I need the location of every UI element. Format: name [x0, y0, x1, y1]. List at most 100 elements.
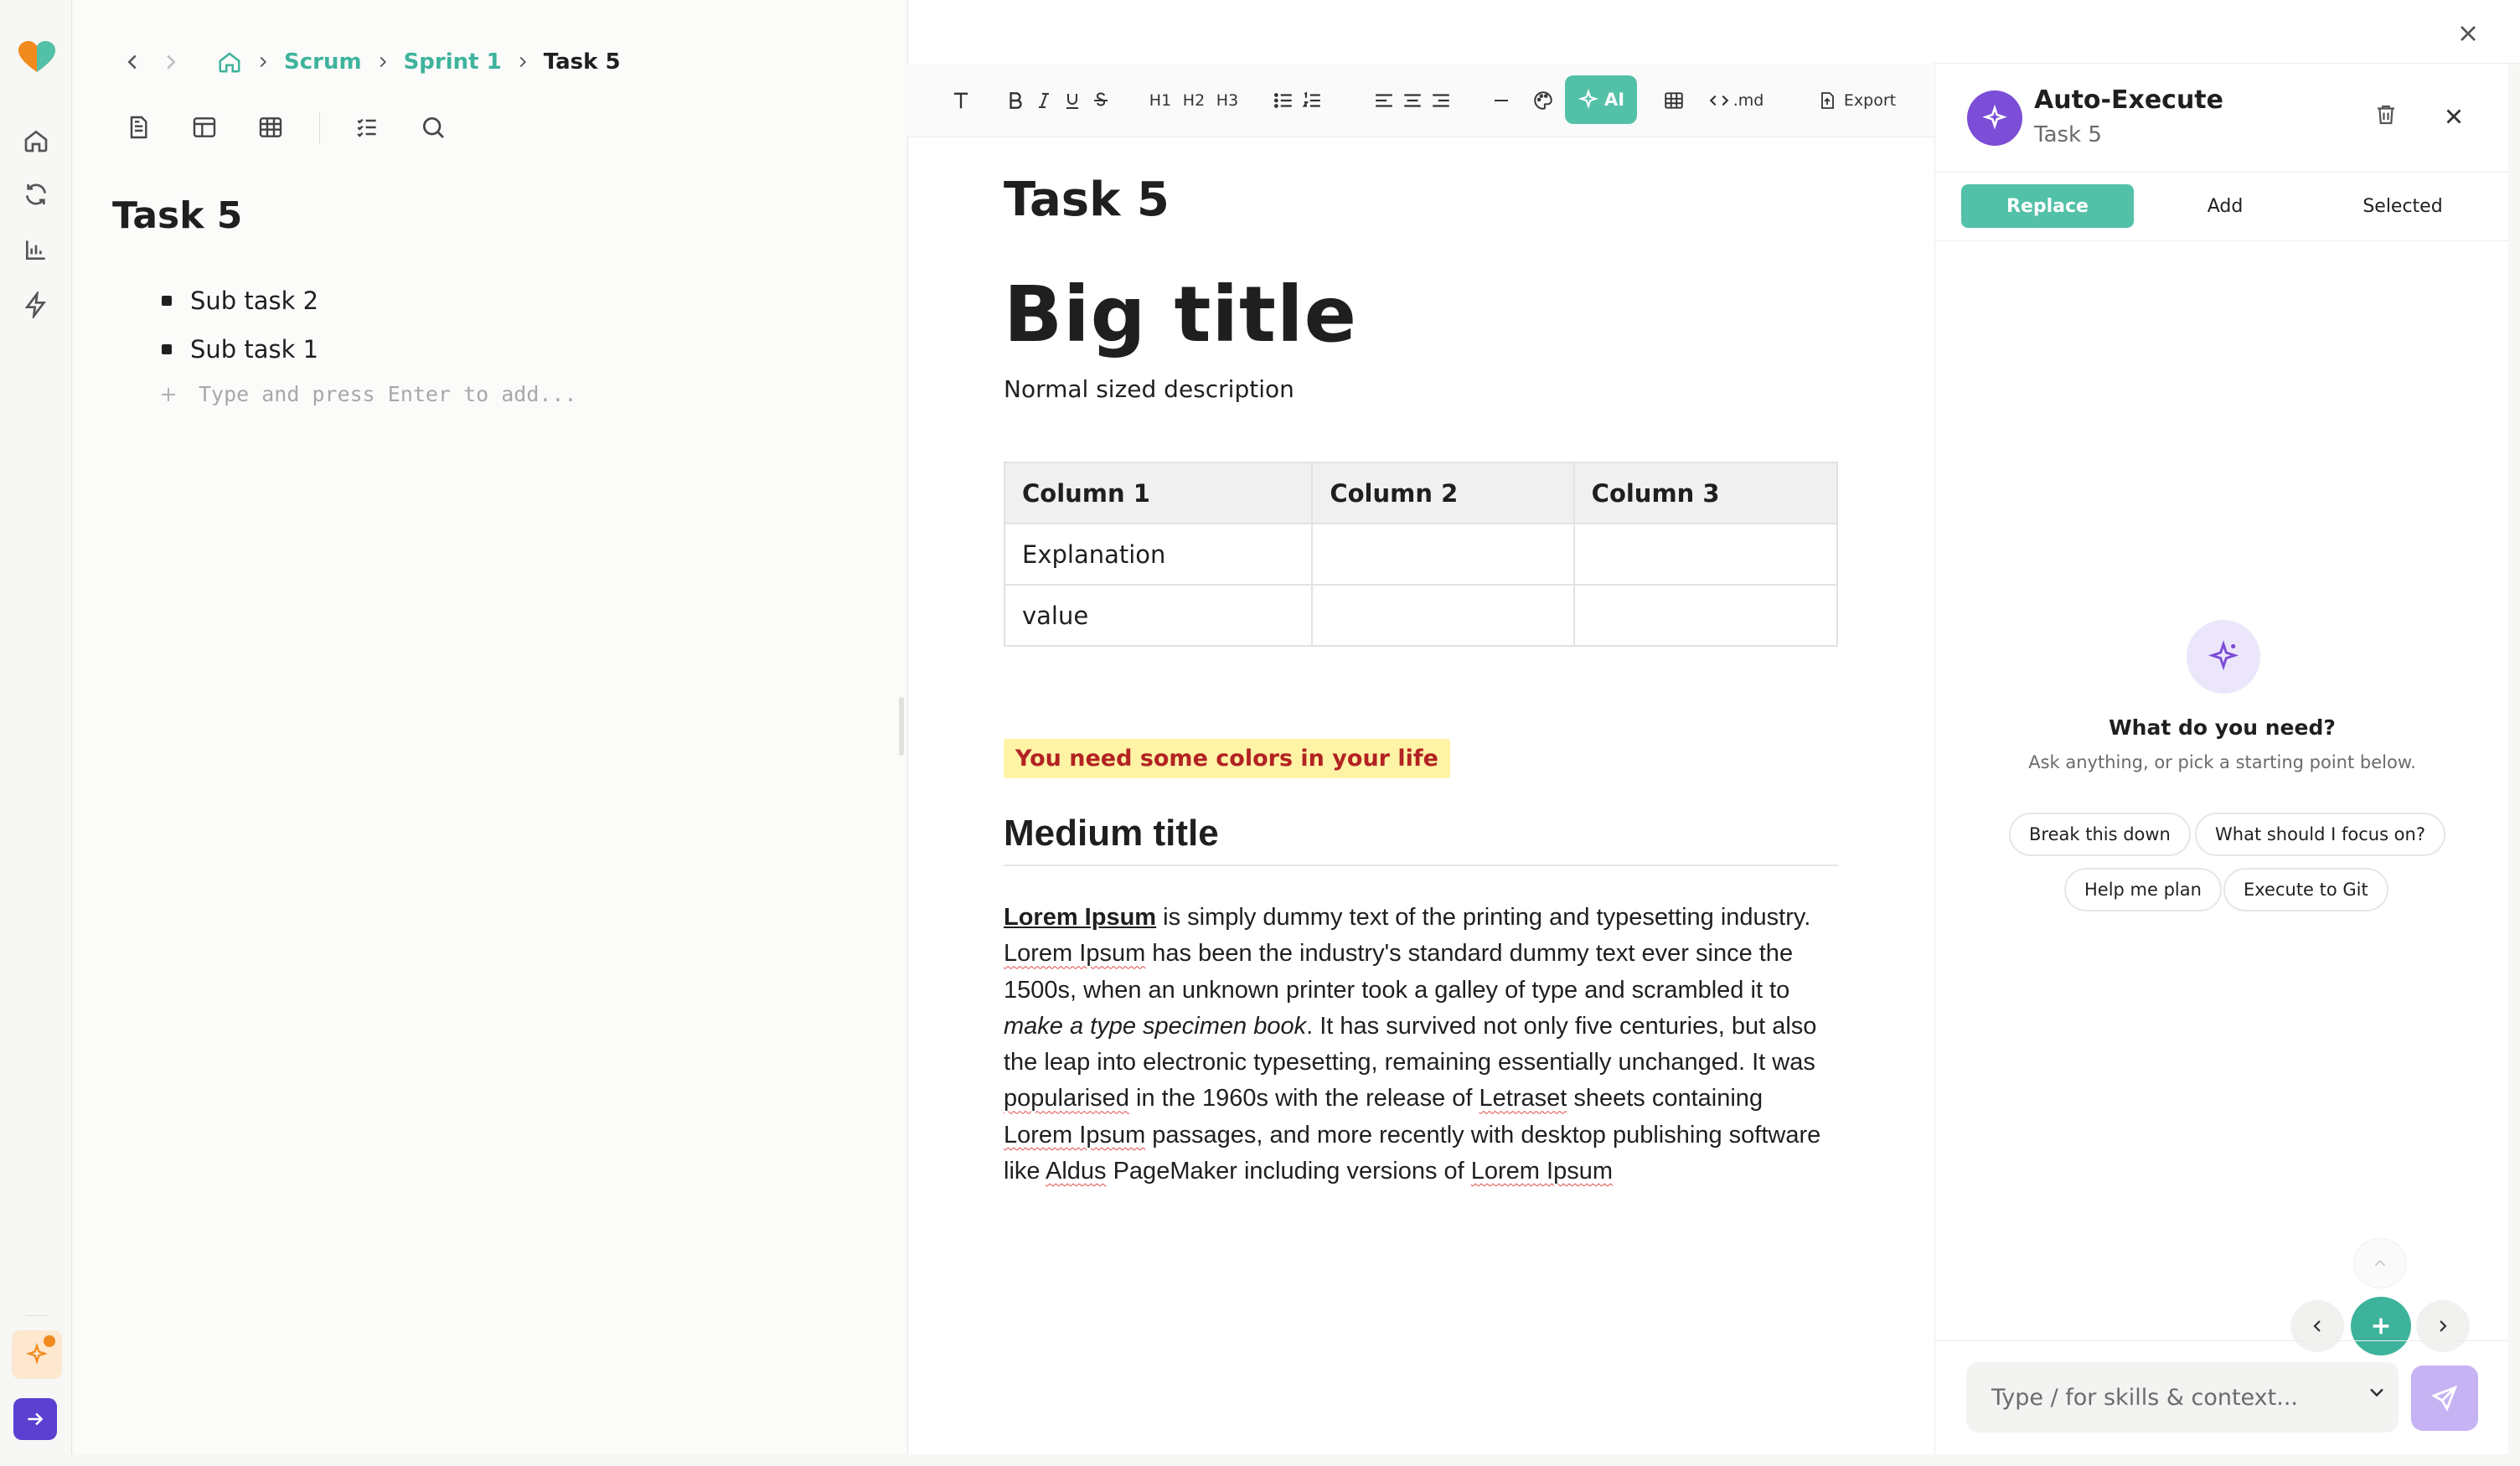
- empty-state-subtitle: Ask anything, or pick a starting point b…: [2028, 752, 2416, 772]
- insert-table-icon[interactable]: [1660, 82, 1688, 119]
- chevron-right-icon: [254, 53, 272, 71]
- previous-button[interactable]: [2290, 1300, 2344, 1352]
- document-title[interactable]: Task 5: [1004, 173, 1170, 227]
- bold-icon[interactable]: [1001, 82, 1030, 119]
- close-panel-icon[interactable]: [2455, 20, 2481, 47]
- table-cell[interactable]: [1311, 523, 1575, 586]
- trash-icon[interactable]: [2373, 102, 2402, 131]
- italic-icon[interactable]: [1030, 82, 1058, 119]
- medium-title-heading[interactable]: Medium title: [1004, 813, 1838, 866]
- scroll-up-button[interactable]: [2353, 1238, 2407, 1288]
- close-icon[interactable]: [2441, 104, 2468, 131]
- heading-1-label: H1: [1149, 91, 1172, 110]
- table-row: value: [1003, 584, 1839, 647]
- subtask-list: Sub task 2 Sub task 1: [162, 276, 318, 374]
- sparkle-icon: [2187, 620, 2260, 694]
- numbered-list-icon[interactable]: [1298, 82, 1326, 119]
- ai-prompt-input[interactable]: [1991, 1384, 2360, 1411]
- back-icon[interactable]: [120, 49, 145, 75]
- board-view-icon[interactable]: [191, 114, 219, 142]
- table-cell[interactable]: [1572, 584, 1839, 647]
- italic-text: make a type specimen book: [1004, 1012, 1307, 1040]
- export-label: Export: [1843, 91, 1897, 110]
- sync-icon[interactable]: [23, 181, 49, 208]
- ai-button[interactable]: AI: [1565, 75, 1637, 124]
- breadcrumb-current: Task 5: [543, 49, 621, 75]
- spellcheck-word: Lorem Ipsum: [1004, 940, 1146, 968]
- breadcrumb-scrum[interactable]: Scrum: [284, 49, 362, 75]
- send-button[interactable]: [2411, 1365, 2478, 1431]
- breadcrumb-sprint[interactable]: Sprint 1: [404, 49, 502, 75]
- underline-icon[interactable]: [1058, 82, 1087, 119]
- suggestion-chip-break-down[interactable]: Break this down: [2009, 813, 2191, 856]
- align-right-icon[interactable]: [1427, 82, 1455, 119]
- heading-3-button[interactable]: H3: [1211, 82, 1244, 119]
- subtask-label: Sub task 1: [190, 335, 319, 364]
- markdown-button[interactable]: .md: [1700, 82, 1772, 119]
- add-subtask-input[interactable]: [199, 382, 634, 406]
- chart-icon[interactable]: [23, 236, 49, 263]
- subtask-item[interactable]: Sub task 2: [162, 276, 318, 325]
- notification-dot: [44, 1335, 55, 1347]
- app-logo[interactable]: [17, 40, 57, 74]
- forward-icon[interactable]: [158, 49, 183, 75]
- table-header[interactable]: Column 3: [1572, 462, 1839, 524]
- pane-resize-handle[interactable]: [899, 697, 904, 756]
- text-style-icon[interactable]: [944, 82, 978, 119]
- search-icon[interactable]: [420, 114, 448, 142]
- table-cell[interactable]: Explanation: [1003, 523, 1314, 586]
- color-palette-icon[interactable]: [1529, 82, 1557, 119]
- chevron-right-icon: [374, 53, 392, 71]
- plus-icon[interactable]: [158, 385, 178, 405]
- sparkle-notification-button[interactable]: [12, 1330, 62, 1379]
- align-left-icon[interactable]: [1370, 82, 1398, 119]
- expand-sidebar-button[interactable]: [13, 1398, 57, 1440]
- align-center-icon[interactable]: [1398, 82, 1427, 119]
- paragraph-text: sheets containing: [1567, 1085, 1763, 1112]
- lightning-icon[interactable]: [23, 292, 49, 318]
- export-button[interactable]: Export: [1810, 82, 1903, 119]
- big-title-heading[interactable]: Big title: [1004, 270, 1357, 359]
- document-view-icon[interactable]: [125, 114, 153, 142]
- tab-add[interactable]: Add: [2139, 184, 2311, 228]
- bold-underlined-text: Lorem Ipsum: [1004, 904, 1157, 931]
- table-cell[interactable]: [1311, 584, 1575, 647]
- ai-panel-header: Auto-Execute Task 5: [1935, 64, 2509, 173]
- divider-line-icon[interactable]: [1489, 82, 1514, 119]
- strikethrough-icon[interactable]: [1087, 82, 1115, 119]
- heading-3-label: H3: [1216, 91, 1239, 110]
- table-view-icon[interactable]: [257, 114, 286, 142]
- app-rail: [0, 0, 72, 1454]
- lorem-paragraph[interactable]: Lorem Ipsum is simply dummy text of the …: [1004, 900, 1838, 1190]
- heading-2-label: H2: [1182, 91, 1206, 110]
- table-cell[interactable]: [1572, 523, 1839, 586]
- suggestion-chip-focus[interactable]: What should I focus on?: [2195, 813, 2445, 856]
- suggestion-chip-git[interactable]: Execute to Git: [2223, 868, 2388, 911]
- heading-2-button[interactable]: H2: [1177, 82, 1211, 119]
- subtask-item[interactable]: Sub task 1: [162, 325, 318, 374]
- rail-divider: [25, 1315, 49, 1316]
- tab-replace[interactable]: Replace: [1961, 184, 2134, 228]
- spellcheck-word: Letraset: [1479, 1085, 1567, 1112]
- tab-selected[interactable]: Selected: [2316, 184, 2489, 228]
- next-button[interactable]: [2416, 1300, 2470, 1352]
- checklist-icon[interactable]: [354, 114, 382, 142]
- table-header[interactable]: Column 1: [1003, 462, 1314, 524]
- markdown-label: .md: [1732, 91, 1764, 110]
- chevron-right-icon: [514, 53, 532, 71]
- highlighted-text[interactable]: You need some colors in your life: [1004, 739, 1450, 778]
- home-icon[interactable]: [23, 127, 49, 154]
- paragraph-link[interactable]: Lorem Ipsum: [1471, 1158, 1613, 1185]
- suggestion-chip-plan[interactable]: Help me plan: [2064, 868, 2222, 911]
- table-cell[interactable]: value: [1003, 584, 1314, 647]
- table-header[interactable]: Column 2: [1311, 462, 1575, 524]
- heading-1-button[interactable]: H1: [1144, 82, 1177, 119]
- chevron-down-icon[interactable]: [2365, 1381, 2388, 1404]
- composer-divider: [1934, 1340, 2508, 1341]
- breadcrumb-home-icon[interactable]: [217, 49, 242, 75]
- description-text[interactable]: Normal sized description: [1004, 375, 1294, 403]
- bullet-list-icon[interactable]: [1269, 82, 1298, 119]
- ai-panel-subtitle: Task 5: [2034, 122, 2102, 147]
- new-chat-button[interactable]: [2351, 1297, 2411, 1355]
- task-title: Task 5: [112, 194, 243, 237]
